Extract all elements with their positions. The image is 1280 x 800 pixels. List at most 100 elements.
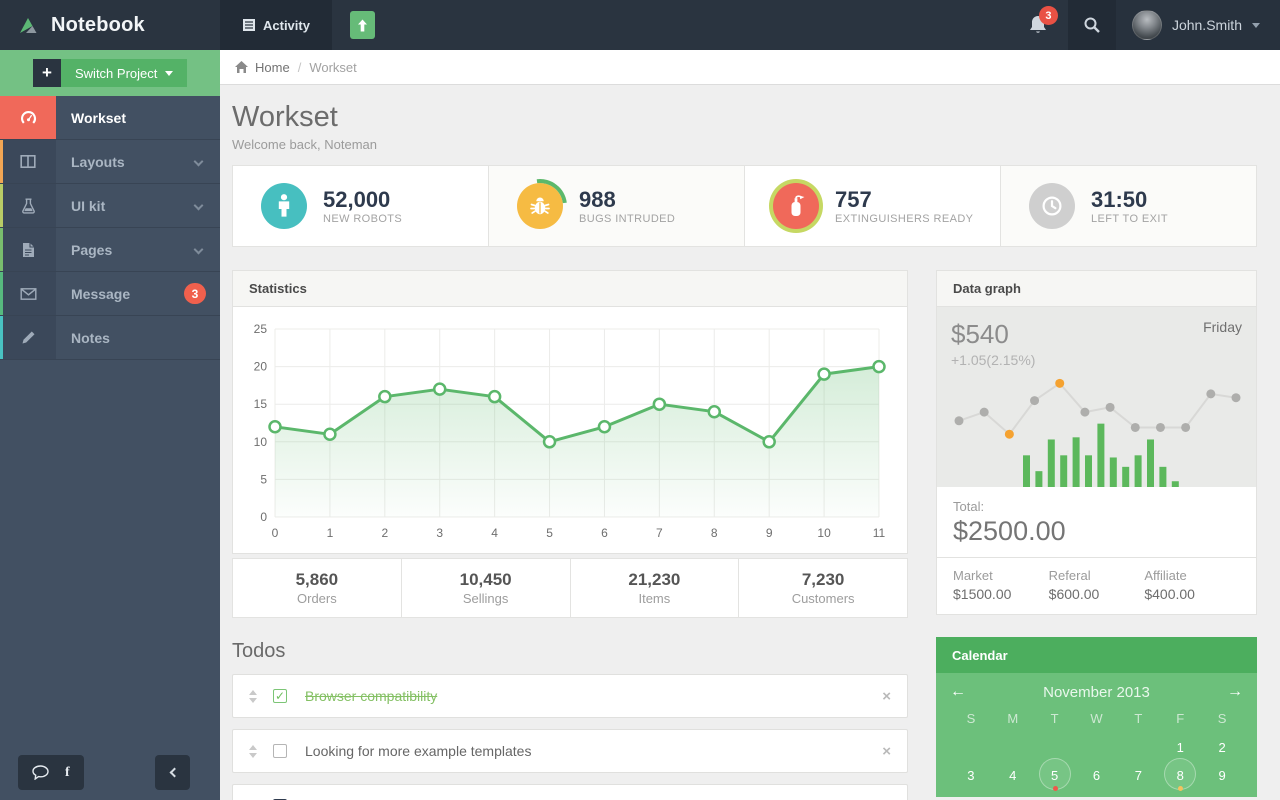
search-button[interactable]: [1067, 0, 1116, 50]
calendar-day-10[interactable]: 10: [950, 789, 992, 798]
todo-checkbox[interactable]: [273, 744, 287, 758]
calendar-day-header: S: [1217, 711, 1227, 726]
substat-label: Orders: [297, 591, 337, 606]
svg-text:20: 20: [254, 360, 268, 374]
sidebar-item-ui-kit[interactable]: UI kit: [0, 184, 220, 228]
calendar-day-empty: [950, 733, 992, 761]
upload-button[interactable]: [349, 11, 375, 39]
user-menu[interactable]: John.Smith: [1115, 0, 1280, 50]
statistics-panel-title: Statistics: [233, 271, 907, 307]
substat-value: 7,230: [801, 570, 845, 589]
breakdown-label: Referal: [1048, 568, 1091, 583]
substat-label: Sellings: [462, 591, 509, 606]
drag-handle-icon[interactable]: [249, 689, 257, 703]
breadcrumb-current: Workset: [309, 59, 357, 75]
breakdown-referal: Referal $600.00: [1049, 568, 1145, 602]
calendar-day-number: 13: [1089, 796, 1103, 798]
right-column: Data graph $540 Friday +1.05(2.15%) Tota…: [936, 270, 1257, 797]
svg-text:10: 10: [254, 435, 268, 449]
stat-label: BUGS INTRUDED: [579, 212, 676, 225]
message-count-badge: 3: [184, 283, 206, 304]
close-icon[interactable]: ×: [882, 743, 891, 760]
sidebar: + Switch Project Workset Layouts UI kit Pag…: [0, 50, 220, 800]
todo-checkbox[interactable]: ✓: [273, 689, 287, 703]
calendar-day-15[interactable]: 15: [1159, 789, 1201, 798]
calendar-day-2[interactable]: 2: [1201, 733, 1243, 761]
social-box: f: [18, 755, 84, 790]
calendar-day-7[interactable]: 7: [1117, 761, 1159, 789]
clock-icon: [1029, 183, 1075, 229]
facebook-icon[interactable]: f: [65, 765, 70, 781]
sidebar-item-pages[interactable]: Pages: [0, 228, 220, 272]
drag-handle-icon[interactable]: [249, 744, 257, 758]
substat-label: Items: [638, 591, 671, 606]
stat-box-bugs-intruded[interactable]: 988 BUGS INTRUDED: [489, 166, 745, 246]
stat-box-extinguishers-ready[interactable]: 757 EXTINGUISHERS READY: [745, 166, 1001, 246]
calendar-day-14[interactable]: 14: [1117, 789, 1159, 798]
calendar-day-13[interactable]: 13: [1076, 789, 1118, 798]
close-icon[interactable]: ×: [882, 688, 891, 705]
calendar-day-empty: [992, 733, 1034, 761]
stat-label: NEW ROBOTS: [323, 212, 403, 225]
calendar-day-number: 6: [1092, 767, 1101, 783]
chevron-left-icon: [169, 767, 179, 778]
data-graph-total: Total: $2500.00: [937, 487, 1256, 557]
todo-item: ✓ Browser compatibility ×: [232, 674, 908, 718]
calendar-day-12[interactable]: 12: [1034, 789, 1076, 798]
switch-project-bar: + Switch Project: [0, 50, 220, 96]
calendar-day-1[interactable]: 1: [1159, 733, 1201, 761]
breadcrumb-home[interactable]: Home: [234, 60, 290, 75]
calendar-day-16[interactable]: 16: [1201, 789, 1243, 798]
calendar-day-9[interactable]: 9: [1201, 761, 1243, 789]
calendar-day-8[interactable]: 8: [1159, 758, 1201, 791]
sidebar-item-message[interactable]: Message 3: [0, 272, 220, 316]
svg-text:10: 10: [817, 526, 831, 540]
chat-icon[interactable]: [32, 765, 49, 780]
stat-value: 52,000: [323, 187, 391, 213]
calendar-day-empty: [1034, 733, 1076, 761]
sidebar-item-workset[interactable]: Workset: [0, 96, 220, 140]
stat-box-left-to-exit[interactable]: 31:50 LEFT TO EXIT: [1001, 166, 1256, 246]
sidebar-item-layouts[interactable]: Layouts: [0, 140, 220, 184]
svg-text:7: 7: [656, 526, 663, 540]
calendar-day-3[interactable]: 3: [950, 761, 992, 789]
substat-sellings: 10,450 Sellings: [402, 559, 571, 617]
switch-project-button[interactable]: Switch Project: [61, 59, 188, 87]
sidebar-item-notes[interactable]: Notes: [0, 316, 220, 360]
calendar-day-5[interactable]: 5: [1034, 758, 1076, 791]
calendar-day-number: 16: [1215, 796, 1229, 798]
brand-logo-icon: [18, 15, 42, 35]
calendar-day-header: M: [1007, 711, 1019, 726]
calendar-next-button[interactable]: →: [1219, 683, 1243, 701]
activity-tab[interactable]: Activity: [220, 0, 332, 50]
item-color-stripe: [0, 228, 3, 271]
breakdown-value: $1500.00: [953, 586, 1012, 602]
person-icon: [261, 183, 307, 229]
calendar-day-4[interactable]: 4: [992, 761, 1034, 789]
calendar-prev-button[interactable]: ←: [950, 683, 974, 701]
calendar-day-number: 5: [1051, 767, 1059, 783]
calendar-day-11[interactable]: 11: [992, 789, 1034, 798]
calendar-day-number: 10: [964, 796, 978, 798]
data-graph-title: Data graph: [937, 271, 1256, 307]
stat-value: 988: [579, 187, 616, 213]
chevron-down-icon: [193, 244, 204, 255]
stat-text: 988 BUGS INTRUDED: [579, 187, 675, 224]
calendar-day-6[interactable]: 6: [1076, 761, 1118, 789]
todo-label: Browser compatibility: [305, 688, 438, 704]
arrow-up-icon: [357, 19, 368, 32]
stat-box-new-robots[interactable]: 52,000 NEW ROBOTS: [233, 166, 489, 246]
collapse-sidebar-button[interactable]: [155, 755, 190, 790]
chevron-down-icon: [193, 200, 204, 211]
sidebar-item-label: UI kit: [71, 197, 106, 214]
notification-badge: 3: [1038, 6, 1058, 25]
data-graph-body: $540 Friday +1.05(2.15%): [937, 307, 1256, 487]
statistics-panel: Statistics 0 5 10 15 20 25 0 1 2 3 4 5 6 7 8 9 10 11: [232, 270, 908, 554]
breakdown-label: Affiliate: [1144, 568, 1187, 583]
notifications-button[interactable]: 3: [1008, 0, 1068, 50]
stat-value: 31:50: [1091, 187, 1148, 213]
file-icon: [0, 228, 56, 271]
substat-value: 21,230: [628, 570, 681, 589]
add-project-button[interactable]: +: [33, 59, 61, 87]
brand[interactable]: Notebook: [0, 0, 220, 50]
